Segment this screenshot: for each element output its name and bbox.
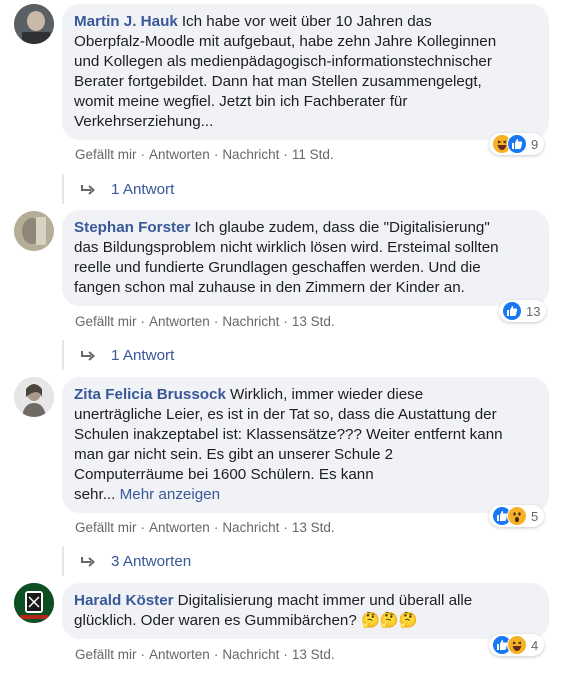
timestamp[interactable]: 13 Std. [292,520,335,535]
comment-text-line: Schulen inakzeptabel ist: Klassensätze??… [74,426,503,443]
comment-bubble: Zita Felicia Brussock Wirklich, immer wie… [62,377,549,513]
comment-text-line: man gar nicht sein. Es gibt an unserer S… [74,446,394,463]
like-link[interactable]: Gefällt mir [75,647,137,662]
separator: · [213,147,219,162]
thread-line [62,340,64,370]
comment-text-line: Verkehrserziehung... [74,113,214,130]
thread-line [62,546,64,576]
avatar-photo [14,4,54,44]
separator: · [213,647,219,662]
reaction-count: 5 [531,508,539,524]
reaction-count: 13 [526,303,541,319]
message-link[interactable]: Nachricht [222,314,279,329]
like-link[interactable]: Gefällt mir [75,520,137,535]
comment-actions: Gefällt mir · Antworten · Nachricht · 13 Std. [75,520,335,535]
timestamp[interactable]: 13 Std. [292,314,335,329]
view-replies-link[interactable]: 1 Antwort [80,181,174,198]
separator: · [213,314,219,329]
separator: · [283,520,288,535]
like-reaction-icon [502,301,522,321]
comment-bubble: Stephan Forster Ich glaube zudem, dass di… [62,210,549,306]
comment-text-line: Berater fortgebildet. Dann hat man Stell… [74,73,482,90]
comment-text-line: reelle und fundierte Grundlagen geschaff… [74,259,481,276]
reaction-count: 9 [531,136,539,152]
comment-text-line: sehr... [74,486,116,503]
like-link[interactable]: Gefällt mir [75,314,137,329]
reply-link[interactable]: Antworten [149,147,210,162]
avatar-photo [14,211,54,251]
avatar[interactable] [14,583,54,623]
separator: · [283,147,288,162]
comment-text-line: Computerräume bei 1600 Schülern. Es kann [74,466,374,483]
timestamp[interactable]: 11 Std. [292,147,334,162]
comment-text-line: Wirklich, immer wieder diese [229,386,424,403]
wow-reaction-icon [507,506,527,526]
comment-author[interactable]: Zita Felicia Brussock [74,386,226,403]
comment-text-line: unerträgliche Leier, es ist in der Tat s… [74,406,497,423]
replies-count-label: 1 Antwort [111,347,175,364]
reply-arrow-icon [81,350,96,361]
timestamp[interactable]: 13 Std. [292,647,335,662]
comment-text-line: Digitalisierung macht immer und überall … [177,592,473,609]
comment-actions: Gefällt mir · Antworten · Nachricht · 13 Std. [75,647,335,662]
comment-author[interactable]: Harald Köster [74,592,174,609]
comment-author[interactable]: Stephan Forster [74,219,190,236]
separator: · [283,647,288,662]
view-replies-link[interactable]: 3 Antworten [80,553,191,570]
like-link[interactable]: Gefällt mir [75,147,137,162]
avatar-photo [14,377,54,417]
reply-link[interactable]: Antworten [149,520,210,535]
view-replies-link[interactable]: 1 Antwort [80,347,174,364]
avatar[interactable] [14,211,54,251]
comment-text-line: Ich habe vor weit über 10 Jahren das [181,13,432,30]
comment-actions: Gefällt mir · Antworten · Nachricht · 13 Std. [75,314,335,329]
comment-text-line: glücklich. Oder waren es Gummibärchen? 🤔… [74,612,418,629]
comment-text-line: Oberpfalz-Moodle mit aufgebaut, habe zeh… [74,33,497,50]
see-more-link[interactable]: Mehr anzeigen [120,486,220,503]
message-link[interactable]: Nachricht [222,647,279,662]
message-link[interactable]: Nachricht [222,520,279,535]
comment-text-line: Ich glaube zudem, dass die "Digitalisier… [194,219,490,236]
reply-arrow-icon [81,556,96,567]
comment-text-line: fangen schon mal zuhause in den Zimmern … [74,279,465,296]
like-reaction-icon [507,134,527,154]
reply-link[interactable]: Antworten [149,647,210,662]
thread-line [62,174,64,204]
reaction-summary[interactable]: 13 [499,300,547,322]
reply-link[interactable]: Antworten [149,314,210,329]
haha-reaction-icon [507,635,527,655]
reaction-summary[interactable]: 9 [489,133,545,155]
reply-arrow-icon [81,184,96,195]
reaction-summary[interactable]: 5 [489,505,545,527]
comment-actions: Gefällt mir · Antworten · Nachricht · 11 Std. [75,147,334,162]
reaction-count: 4 [531,637,539,653]
separator: · [140,147,146,162]
replies-count-label: 3 Antworten [111,553,192,570]
comment-text-line: das Bildungsproblem nicht wirklich lösen… [74,239,499,256]
separator: · [213,520,219,535]
comment-text-line: und Kollegen als medienpädagogisch-infor… [74,53,492,70]
separator: · [140,314,146,329]
separator: · [140,647,146,662]
avatar[interactable] [14,4,54,44]
separator: · [283,314,288,329]
comment-author[interactable]: Martin J. Hauk [74,13,178,30]
comment-text-line: womit meine wegfiel. Jetzt bin ich Fachb… [74,93,408,110]
avatar-photo [14,583,54,623]
comment-bubble: Harald Köster Digitalisierung macht immer… [62,583,549,639]
reaction-summary[interactable]: 4 [489,634,545,656]
replies-count-label: 1 Antwort [111,181,175,198]
message-link[interactable]: Nachricht [222,147,279,162]
avatar[interactable] [14,377,54,417]
separator: · [140,520,146,535]
comment-bubble: Martin J. Hauk Ich habe vor weit über 10 … [62,4,549,140]
